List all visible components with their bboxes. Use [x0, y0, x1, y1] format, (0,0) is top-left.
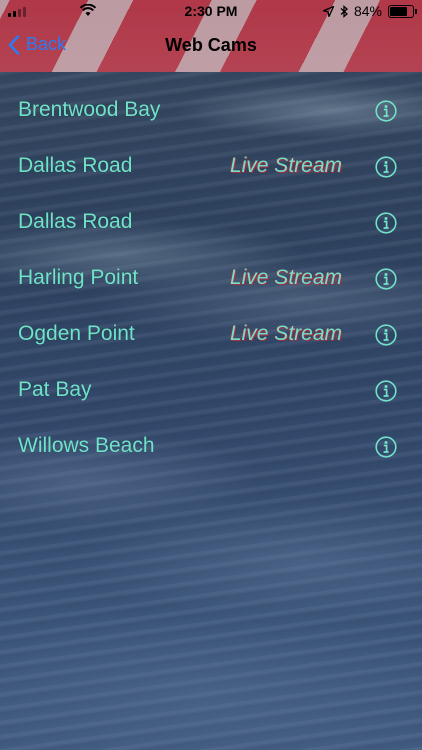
- live-stream-label[interactable]: Live Stream: [230, 322, 342, 346]
- status-bar: 2:30 PM 84%: [0, 0, 422, 22]
- webcam-list: Brentwood Bay Dallas Road Live Stream Dalla…: [0, 84, 422, 476]
- info-icon[interactable]: [375, 212, 397, 234]
- list-item[interactable]: Brentwood Bay: [0, 84, 422, 140]
- location-arrow-icon: [322, 5, 334, 17]
- list-item[interactable]: Dallas Road Live Stream: [0, 140, 422, 196]
- battery-icon: [388, 4, 417, 18]
- webcam-name: Dallas Road: [18, 210, 133, 233]
- info-icon[interactable]: [375, 324, 397, 346]
- webcam-name: Pat Bay: [18, 378, 92, 401]
- info-icon[interactable]: [375, 380, 397, 402]
- webcam-name: Brentwood Bay: [18, 98, 161, 121]
- info-icon[interactable]: [375, 156, 397, 178]
- live-stream-label[interactable]: Live Stream: [230, 154, 342, 178]
- live-stream-label[interactable]: Live Stream: [230, 266, 342, 290]
- list-item[interactable]: Pat Bay: [0, 364, 422, 420]
- page-title: Web Cams: [165, 35, 257, 55]
- webcam-name: Willows Beach: [18, 434, 155, 457]
- battery-percent: 84%: [353, 3, 382, 19]
- list-item[interactable]: Willows Beach: [0, 420, 422, 476]
- list-item[interactable]: Harling Point Live Stream: [0, 252, 422, 308]
- info-icon[interactable]: [375, 100, 397, 122]
- list-item[interactable]: Ogden Point Live Stream: [0, 308, 422, 364]
- info-icon[interactable]: [375, 436, 397, 458]
- info-icon[interactable]: [375, 268, 397, 290]
- webcam-name: Harling Point: [18, 266, 139, 289]
- webcam-name: Ogden Point: [18, 322, 135, 345]
- bluetooth-icon: [340, 4, 348, 18]
- navigation-bar: Back Web Cams: [0, 22, 422, 72]
- webcam-name: Dallas Road: [18, 154, 133, 177]
- list-item[interactable]: Dallas Road: [0, 196, 422, 252]
